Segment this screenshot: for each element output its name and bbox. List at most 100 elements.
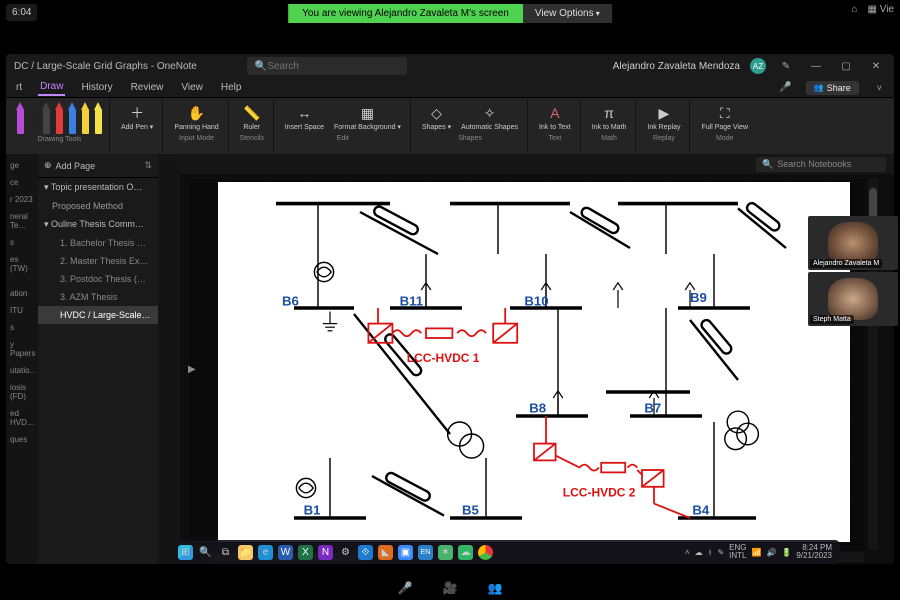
pen-tool-6[interactable] (94, 102, 103, 134)
nav-page-item[interactable]: ▾ Topic presentation O… (38, 178, 158, 197)
notebook-rail-item[interactable]: s (8, 320, 36, 335)
tray-battery-icon[interactable]: 🔋 (781, 548, 791, 557)
user-avatar[interactable]: AZ (750, 58, 766, 74)
notebook-rail-item[interactable]: ques (8, 432, 36, 447)
taskbar-word-icon[interactable]: W (278, 545, 293, 560)
notebook-rail-item[interactable]: s (8, 235, 36, 250)
notebook-rail-item[interactable]: y Papers (8, 337, 36, 361)
notebook-rail-item[interactable]: es (TW) (8, 252, 36, 276)
tray-wifi-icon[interactable]: 📶 (752, 548, 762, 557)
dictate-icon[interactable]: 🎤 (779, 82, 791, 93)
ink-to-math-button[interactable]: πInk to Math (589, 102, 630, 133)
nav-page-item[interactable]: Proposed Method (38, 197, 158, 215)
notebook-rail-item[interactable]: ge (8, 158, 36, 173)
share-button[interactable]: Share (806, 81, 859, 95)
notebook-rail-item[interactable]: ce (8, 175, 36, 190)
ruler-button[interactable]: 📏Ruler (237, 102, 267, 133)
nav-page-item[interactable]: ▾ Ouline Thesis Comm… (38, 215, 158, 234)
tab-draw[interactable]: Draw (38, 79, 65, 96)
nav-page-item[interactable]: 2. Master Thesis Ex… (38, 252, 158, 270)
taskbar-wechat-icon[interactable]: ☁ (458, 545, 473, 560)
search-input[interactable] (267, 61, 399, 72)
taskbar-lang-icon[interactable]: EN (418, 545, 433, 560)
onenote-window: DC / Large-Scale Grid Graphs - OneNote 🔍… (6, 54, 894, 564)
ink-to-text-button[interactable]: AInk to Text (536, 102, 574, 133)
taskbar-onenote-icon[interactable]: N (318, 545, 333, 560)
taskbar-excel-icon[interactable]: X (298, 545, 313, 560)
participant-tile[interactable]: Alejandro Zavaleta M (808, 216, 898, 270)
tab-view[interactable]: View (179, 80, 205, 95)
play-handle-icon[interactable]: ▶ (188, 364, 196, 375)
ribbon-mode-icon[interactable]: ✎ (776, 61, 796, 72)
notebook-rail-item[interactable]: ed HVD… (8, 406, 36, 430)
search-notebooks[interactable]: 🔍 Search Notebooks (756, 157, 886, 172)
pen-tool-3[interactable] (55, 102, 64, 134)
onenote-search[interactable]: 🔍 (247, 57, 407, 75)
add-pen-button[interactable]: ＋Add Pen ▾ (118, 102, 156, 133)
taskbar-chrome-icon[interactable] (478, 545, 493, 560)
notebook-rail-item[interactable]: ation (8, 286, 36, 301)
pen-tool-4[interactable] (68, 102, 77, 134)
panning-hand-button[interactable]: ✋Panning Hand (171, 102, 221, 133)
page-rail-collapse[interactable] (158, 154, 180, 564)
taskbar-matlab-icon[interactable]: ◣ (378, 545, 393, 560)
auto-shapes-button[interactable]: ✧Automatic Shapes (458, 102, 521, 133)
notebook-rail-item[interactable]: iosis (FD) (8, 380, 36, 404)
nav-page-item[interactable]: 3. AZM Thesis (38, 288, 158, 306)
notebook-rail-item[interactable]: ITU (8, 303, 36, 318)
view-options-button[interactable]: View Options (523, 4, 612, 23)
format-background-button[interactable]: ▦Format Background ▾ (331, 102, 404, 133)
ribbon-group-shapes: ◇Shapes ▾ ✧Automatic Shapes Shapes (413, 100, 528, 152)
zoom-participants-icon[interactable]: 👥 (487, 581, 502, 595)
tab-review[interactable]: Review (129, 80, 166, 95)
taskbar-vscode-icon[interactable]: ⟐ (358, 545, 373, 560)
ink-replay-button[interactable]: ▶Ink Replay (644, 102, 683, 133)
windows-taskbar[interactable]: ⊞ 🔍 ⧉ 📁 e W X N ⚙ ⟐ ◣ ▣ EN ✶ ☁ ˄ ☁ ᚼ ✎ E… (170, 540, 840, 564)
nav-page-item[interactable]: 3. Postdoc Thesis (… (38, 270, 158, 288)
notebook-rail[interactable]: ge ce r 2023 neral Te… s es (TW) ation ITU s y Pa… (6, 154, 38, 564)
taskbar-taskview-icon[interactable]: ⧉ (218, 545, 233, 560)
tray-language[interactable]: ENGINTL (729, 544, 746, 560)
view-button[interactable]: ▦ Vie (867, 4, 894, 15)
tray-clock[interactable]: 8:24 PM9/21/2023 (796, 544, 832, 560)
taskbar-explorer-icon[interactable]: 📁 (238, 545, 253, 560)
start-button[interactable]: ⊞ (178, 545, 193, 560)
taskbar-search-icon[interactable]: 🔍 (198, 545, 213, 560)
zoom-mic-icon[interactable]: 🎤 (398, 581, 413, 595)
tab-help[interactable]: Help (219, 80, 244, 95)
full-page-view-button[interactable]: ⛶Full Page View (698, 102, 751, 133)
participant-tile[interactable]: Steph Matta (808, 272, 898, 326)
notebook-rail-item[interactable] (8, 278, 36, 284)
taskbar-app-icon[interactable]: ✶ (438, 545, 453, 560)
shapes-button[interactable]: ◇Shapes ▾ (419, 102, 454, 133)
sort-icon[interactable]: ⇅ (144, 160, 152, 171)
notebook-rail-item[interactable]: r 2023 (8, 192, 36, 207)
taskbar-edge-icon[interactable]: e (258, 545, 273, 560)
tray-chevron-icon[interactable]: ˄ (685, 548, 690, 557)
nav-page-item[interactable]: 1. Bachelor Thesis … (38, 234, 158, 252)
layout-icon[interactable]: ⌂ (851, 4, 857, 15)
notebook-rail-item[interactable]: neral Te… (8, 209, 36, 233)
maximize-button[interactable]: ▢ (836, 61, 856, 72)
close-button[interactable]: ✕ (866, 61, 886, 72)
taskbar-zoom-icon[interactable]: ▣ (398, 545, 413, 560)
tray-volume-icon[interactable]: 🔊 (766, 548, 776, 557)
tray-pen-icon[interactable]: ✎ (717, 548, 724, 557)
add-page-button[interactable]: ⊕Add Page⇅ (38, 154, 158, 178)
tray-cloud-icon[interactable]: ☁ (695, 548, 703, 557)
pen-tool-5[interactable] (81, 102, 90, 134)
notebook-rail-item[interactable]: utatio… (8, 363, 36, 378)
nav-page-item[interactable]: HVDC / Large-Scale … (38, 306, 158, 324)
pen-tool-0[interactable] (16, 102, 25, 134)
pen-tool-2[interactable] (42, 102, 51, 134)
ribbon-collapse-button[interactable]: ˅ (873, 83, 886, 93)
tab-history[interactable]: History (79, 80, 114, 95)
insert-space-button[interactable]: ↔Insert Space (282, 102, 327, 133)
taskbar-settings-icon[interactable]: ⚙ (338, 545, 353, 560)
minimize-button[interactable]: — (806, 61, 826, 72)
zoom-video-icon[interactable]: 🎥 (443, 581, 458, 595)
tab-insert-partial[interactable]: rt (14, 80, 24, 95)
canvas[interactable]: ▶ (188, 178, 864, 550)
tray-bluetooth-icon[interactable]: ᚼ (708, 548, 713, 557)
pen-tool-1[interactable] (29, 102, 38, 134)
